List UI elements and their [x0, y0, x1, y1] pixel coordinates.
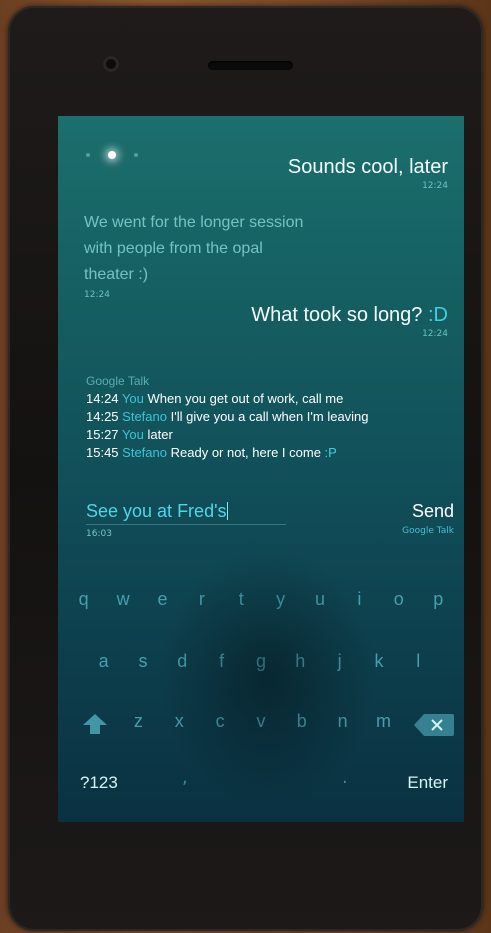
history-sender: Stefano: [122, 409, 167, 424]
history-time: 14:24: [86, 391, 119, 406]
send-button[interactable]: Send Google Talk: [402, 501, 454, 536]
message-input-value: See you at Fred's: [86, 501, 227, 521]
key-f[interactable]: f: [207, 651, 237, 672]
page-indicator-icon[interactable]: [108, 151, 116, 159]
key-y[interactable]: y: [266, 589, 296, 610]
message-text-body: What took so long?: [251, 304, 428, 326]
key-i[interactable]: i: [344, 589, 374, 610]
key-u[interactable]: u: [305, 589, 335, 610]
history-text: I'll give you a call when I'm leaving: [170, 409, 369, 424]
history-time: 14:25: [86, 409, 119, 424]
history-row: 15:27 You later: [86, 426, 369, 444]
emoticon: :D: [428, 304, 448, 326]
history-text: Ready or not, here I come: [170, 445, 325, 460]
key-j[interactable]: j: [325, 651, 355, 672]
history-sender: You: [121, 391, 144, 406]
message-time: 12:24: [422, 181, 448, 191]
send-label: Send: [411, 501, 454, 521]
history-sender: Stefano: [122, 445, 167, 460]
key-k[interactable]: k: [364, 651, 394, 672]
key-a[interactable]: a: [89, 651, 119, 672]
key-w[interactable]: w: [108, 589, 138, 610]
message-time: 12:24: [84, 290, 110, 300]
message-text: What took so long? :D: [251, 304, 448, 327]
history-sender: You: [121, 427, 144, 442]
history-text: later: [147, 427, 173, 442]
history-row: 15:45 Stefano Ready or not, here I come …: [86, 444, 369, 462]
send-via-service[interactable]: Google Talk: [402, 526, 454, 536]
camera-icon: [103, 56, 119, 72]
key-q[interactable]: q: [69, 589, 99, 610]
key-comma[interactable]: ,: [182, 767, 188, 788]
key-d[interactable]: d: [167, 651, 197, 672]
text-caret: [226, 502, 228, 520]
keyboard-row-2: a s d f g h j k l: [58, 651, 464, 672]
history-row: 14:25 Stefano I'll give you a call when …: [86, 408, 369, 426]
keyboard-row-1: q w e r t y u i o p: [58, 589, 464, 610]
message-time: 12:24: [422, 329, 448, 339]
symbols-key[interactable]: ?123: [80, 773, 118, 793]
key-o[interactable]: o: [384, 589, 414, 610]
enter-key[interactable]: Enter: [407, 773, 448, 793]
key-h[interactable]: h: [285, 651, 315, 672]
key-c[interactable]: c: [205, 711, 235, 732]
message-text: Sounds cool, later: [287, 156, 448, 178]
key-x[interactable]: x: [164, 711, 194, 732]
compose-area: See you at Fred's 16:03: [86, 501, 426, 539]
compose-time: 16:03: [86, 529, 112, 539]
emoticon: :P: [324, 445, 337, 460]
message-text: We went for the longer session with peop…: [84, 214, 304, 283]
message-outgoing[interactable]: Sounds cool, later 12:24: [288, 156, 448, 191]
key-v[interactable]: v: [246, 711, 276, 732]
speaker-grille: [208, 61, 293, 70]
history-row: 14:24 You When you get out of work, call…: [86, 390, 369, 408]
key-m[interactable]: m: [368, 711, 398, 732]
key-b[interactable]: b: [287, 711, 317, 732]
key-n[interactable]: n: [328, 711, 358, 732]
virtual-keyboard: q w e r t y u i o p a s d f g h j k l z …: [58, 581, 464, 821]
chat-screen: Sounds cool, later 12:24 We went for the…: [58, 116, 464, 822]
message-incoming[interactable]: We went for the longer session with peop…: [84, 210, 314, 300]
history-text: When you get out of work, call me: [147, 391, 344, 406]
key-r[interactable]: r: [187, 589, 217, 610]
keyboard-row-3: z x c v b n m: [58, 711, 464, 732]
history-time: 15:45: [86, 445, 119, 460]
message-outgoing[interactable]: What took so long? :D 12:24: [251, 304, 448, 339]
page-indicator: [86, 151, 138, 159]
conversation-history[interactable]: Google Talk 14:24 You When you get out o…: [86, 374, 369, 462]
key-g[interactable]: g: [246, 651, 276, 672]
key-period[interactable]: .: [342, 767, 348, 788]
key-z[interactable]: z: [123, 711, 153, 732]
key-e[interactable]: e: [147, 589, 177, 610]
history-time: 15:27: [86, 427, 119, 442]
key-p[interactable]: p: [423, 589, 453, 610]
key-t[interactable]: t: [226, 589, 256, 610]
service-label: Google Talk: [86, 374, 150, 388]
page-indicator-icon[interactable]: [86, 153, 90, 157]
message-input[interactable]: See you at Fred's: [86, 501, 286, 525]
key-l[interactable]: l: [403, 651, 433, 672]
phone-frame: Sounds cool, later 12:24 We went for the…: [8, 6, 483, 931]
backspace-icon[interactable]: [414, 714, 454, 736]
key-s[interactable]: s: [128, 651, 158, 672]
page-indicator-icon[interactable]: [134, 153, 138, 157]
